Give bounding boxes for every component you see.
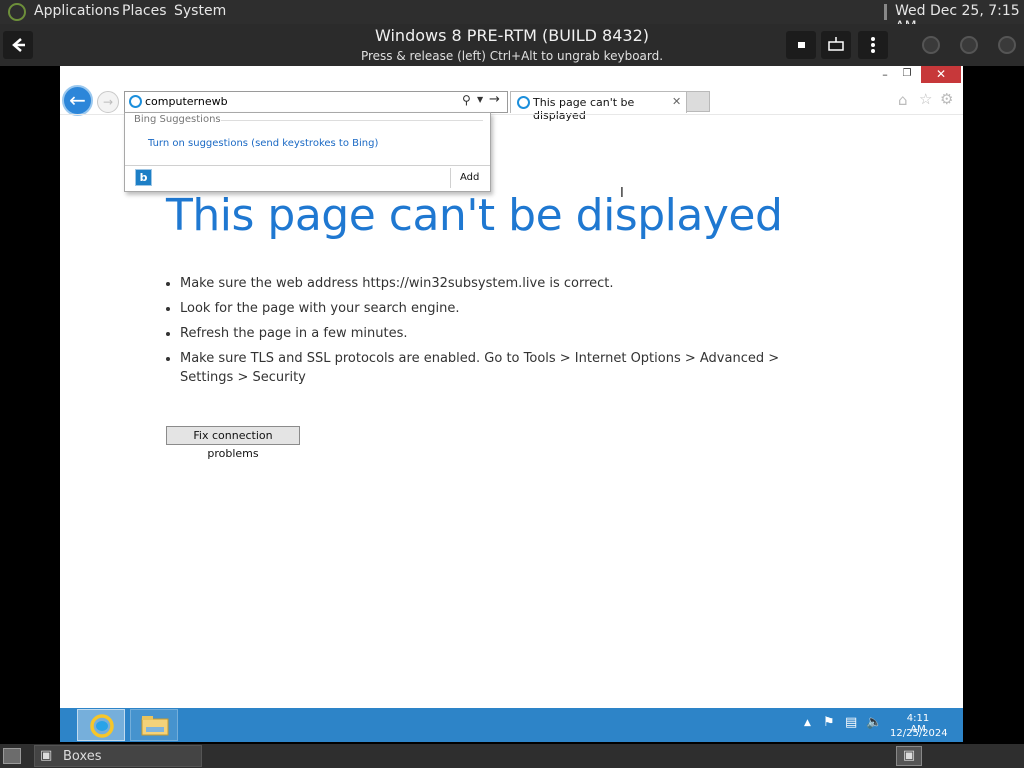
internet-explorer-icon	[90, 714, 114, 738]
tools-gear-icon[interactable]: ⚙	[940, 90, 953, 108]
action-center-flag-icon[interactable]: ⚑	[823, 715, 835, 730]
go-arrow-icon[interactable]: →	[489, 92, 500, 107]
gnome-bottom-panel: ▣ Boxes ▣	[0, 744, 1024, 768]
menu-applications[interactable]: Applications	[34, 3, 120, 19]
forward-arrow-icon: →	[102, 95, 114, 109]
menu-button[interactable]	[858, 31, 888, 59]
keyboard-button[interactable]	[821, 31, 851, 59]
tab-close-icon[interactable]: ✕	[672, 95, 681, 108]
suggestions-footer-divider	[125, 165, 490, 166]
list-item: Make sure TLS and SSL protocols are enab…	[180, 349, 800, 387]
minimize-circle-icon[interactable]	[922, 36, 940, 54]
tab-error-page[interactable]: This page can't be displayed ✕	[510, 91, 687, 122]
text-cursor-icon: I	[620, 186, 624, 201]
ie-tab-icon	[517, 96, 530, 109]
home-icon[interactable]: ⌂	[898, 91, 908, 109]
menu-system[interactable]: System	[174, 3, 226, 19]
add-button[interactable]: Add	[460, 172, 479, 183]
taskbar-boxes-button[interactable]: ▣ Boxes	[34, 745, 202, 767]
bing-logo-icon[interactable]: b	[135, 169, 152, 186]
address-bar[interactable]: computernewb ⚲ ▼ →	[124, 91, 508, 113]
network-icon[interactable]: ▤	[845, 715, 857, 730]
stop-button[interactable]	[786, 31, 816, 59]
vm-display[interactable]: – ❐ ✕ ← → computernewb ⚲ ▼ → This page c…	[60, 66, 963, 742]
dropdown-arrow-icon[interactable]: ▼	[477, 95, 483, 104]
add-divider	[450, 168, 451, 188]
search-icon[interactable]: ⚲	[462, 93, 471, 107]
gnome-foot-icon[interactable]	[8, 3, 26, 21]
ie-page-icon	[129, 95, 142, 108]
show-desktop-icon[interactable]	[3, 748, 21, 764]
keyboard-icon	[828, 37, 844, 51]
favorites-star-icon[interactable]: ☆	[919, 90, 932, 108]
show-hidden-icons[interactable]: ▲	[804, 718, 811, 728]
ie-close-button[interactable]: ✕	[921, 66, 961, 83]
tab-label: This page can't be displayed	[533, 96, 635, 122]
suggestions-dropdown: Bing Suggestions Turn on suggestions (se…	[124, 112, 491, 192]
suggestions-divider	[221, 120, 483, 121]
volume-icon[interactable]: 🔈	[866, 715, 882, 730]
taskbar-explorer-button[interactable]	[130, 709, 178, 741]
list-item: Look for the page with your search engin…	[180, 299, 800, 318]
boxes-task-label: Boxes	[63, 749, 102, 764]
maximize-circle-icon[interactable]	[960, 36, 978, 54]
back-arrow-icon: ←	[69, 88, 86, 112]
file-explorer-folder-icon	[141, 716, 169, 736]
windows-taskbar: ▲ ⚑ ▤ 🔈 4:11 AM 12/25/2024	[60, 708, 963, 742]
ie-minimize-button[interactable]: –	[878, 68, 892, 81]
boxes-app-icon: ▣	[40, 748, 53, 763]
suggestions-header: Bing Suggestions	[134, 114, 221, 125]
turn-on-suggestions-link[interactable]: Turn on suggestions (send keystrokes to …	[148, 138, 378, 149]
new-tab-button[interactable]	[686, 91, 710, 112]
list-item: Refresh the page in a few minutes.	[180, 324, 800, 343]
ie-restore-button[interactable]: ❐	[900, 68, 914, 80]
taskbar-date[interactable]: 12/25/2024	[890, 728, 948, 739]
ie-back-button[interactable]: ←	[62, 85, 93, 116]
error-title: This page can't be displayed	[166, 190, 783, 241]
workspace-switcher-icon[interactable]: ▣	[896, 746, 922, 766]
stop-icon	[798, 42, 805, 48]
ie-forward-button[interactable]: →	[97, 91, 119, 113]
close-circle-icon[interactable]	[998, 36, 1016, 54]
taskbar-ie-button[interactable]	[77, 709, 125, 741]
panel-separator	[884, 4, 887, 20]
gnome-top-panel: Applications Places System Wed Dec 25, 7…	[0, 0, 1024, 35]
boxes-header-bar: Windows 8 PRE-RTM (BUILD 8432) Press & r…	[0, 24, 1024, 66]
error-suggestions-list: Make sure the web address https://win32s…	[168, 274, 800, 393]
fix-connection-button[interactable]: Fix connection problems	[166, 426, 300, 460]
kebab-menu-icon	[871, 37, 875, 53]
address-input[interactable]: computernewb	[145, 95, 228, 108]
menu-places[interactable]: Places	[122, 3, 167, 19]
list-item: Make sure the web address https://win32s…	[180, 274, 800, 293]
